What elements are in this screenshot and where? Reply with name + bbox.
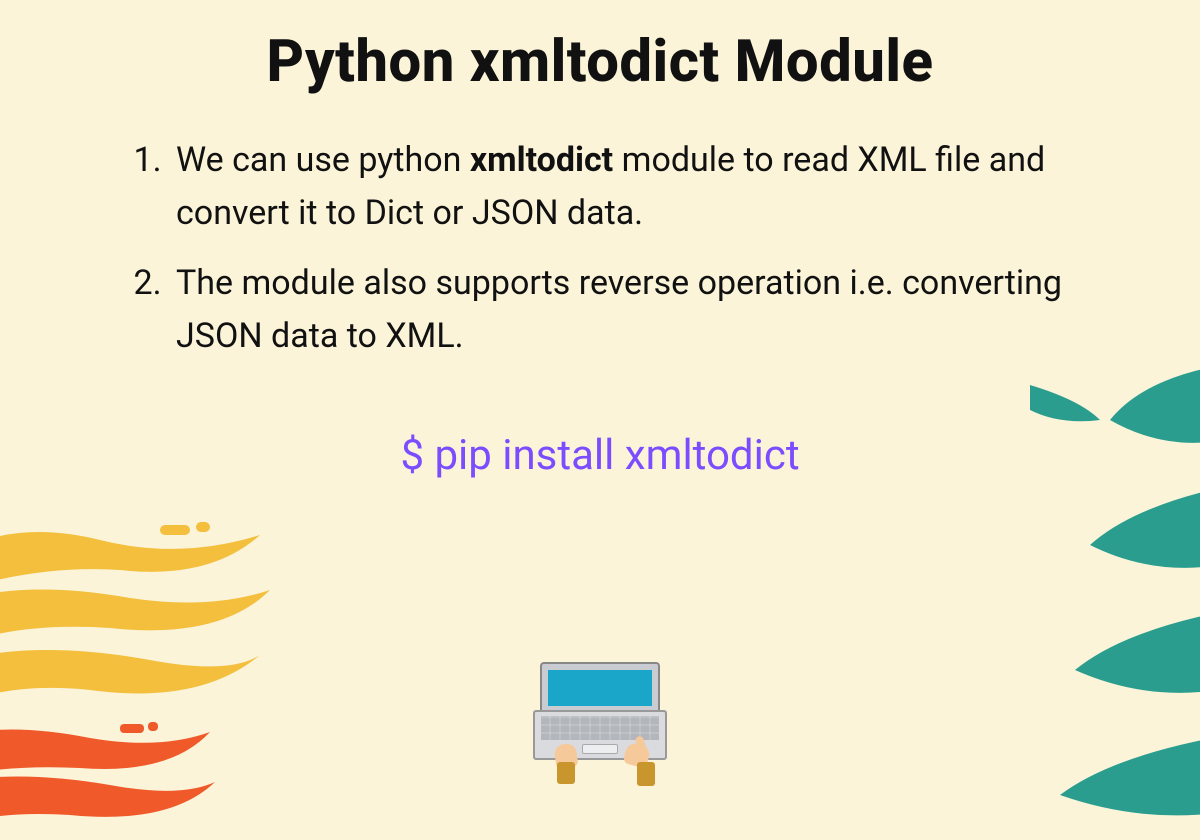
page-title: Python xmltodict Module (0, 0, 1200, 96)
list-item: We can use python xmltodict module to re… (170, 134, 1070, 239)
list-item: The module also supports reverse operati… (170, 257, 1070, 362)
list-item-bold: xmltodict (470, 140, 613, 180)
list-item-text: The module also supports reverse operati… (176, 263, 1062, 356)
install-command: $ pip install xmltodict (0, 431, 1200, 480)
list-item-text-pre: We can use python (176, 140, 470, 180)
laptop-hands-icon (525, 662, 675, 782)
orange-brush-icon (0, 720, 220, 840)
feature-list: We can use python xmltodict module to re… (130, 134, 1070, 363)
yellow-brush-icon (0, 510, 280, 730)
